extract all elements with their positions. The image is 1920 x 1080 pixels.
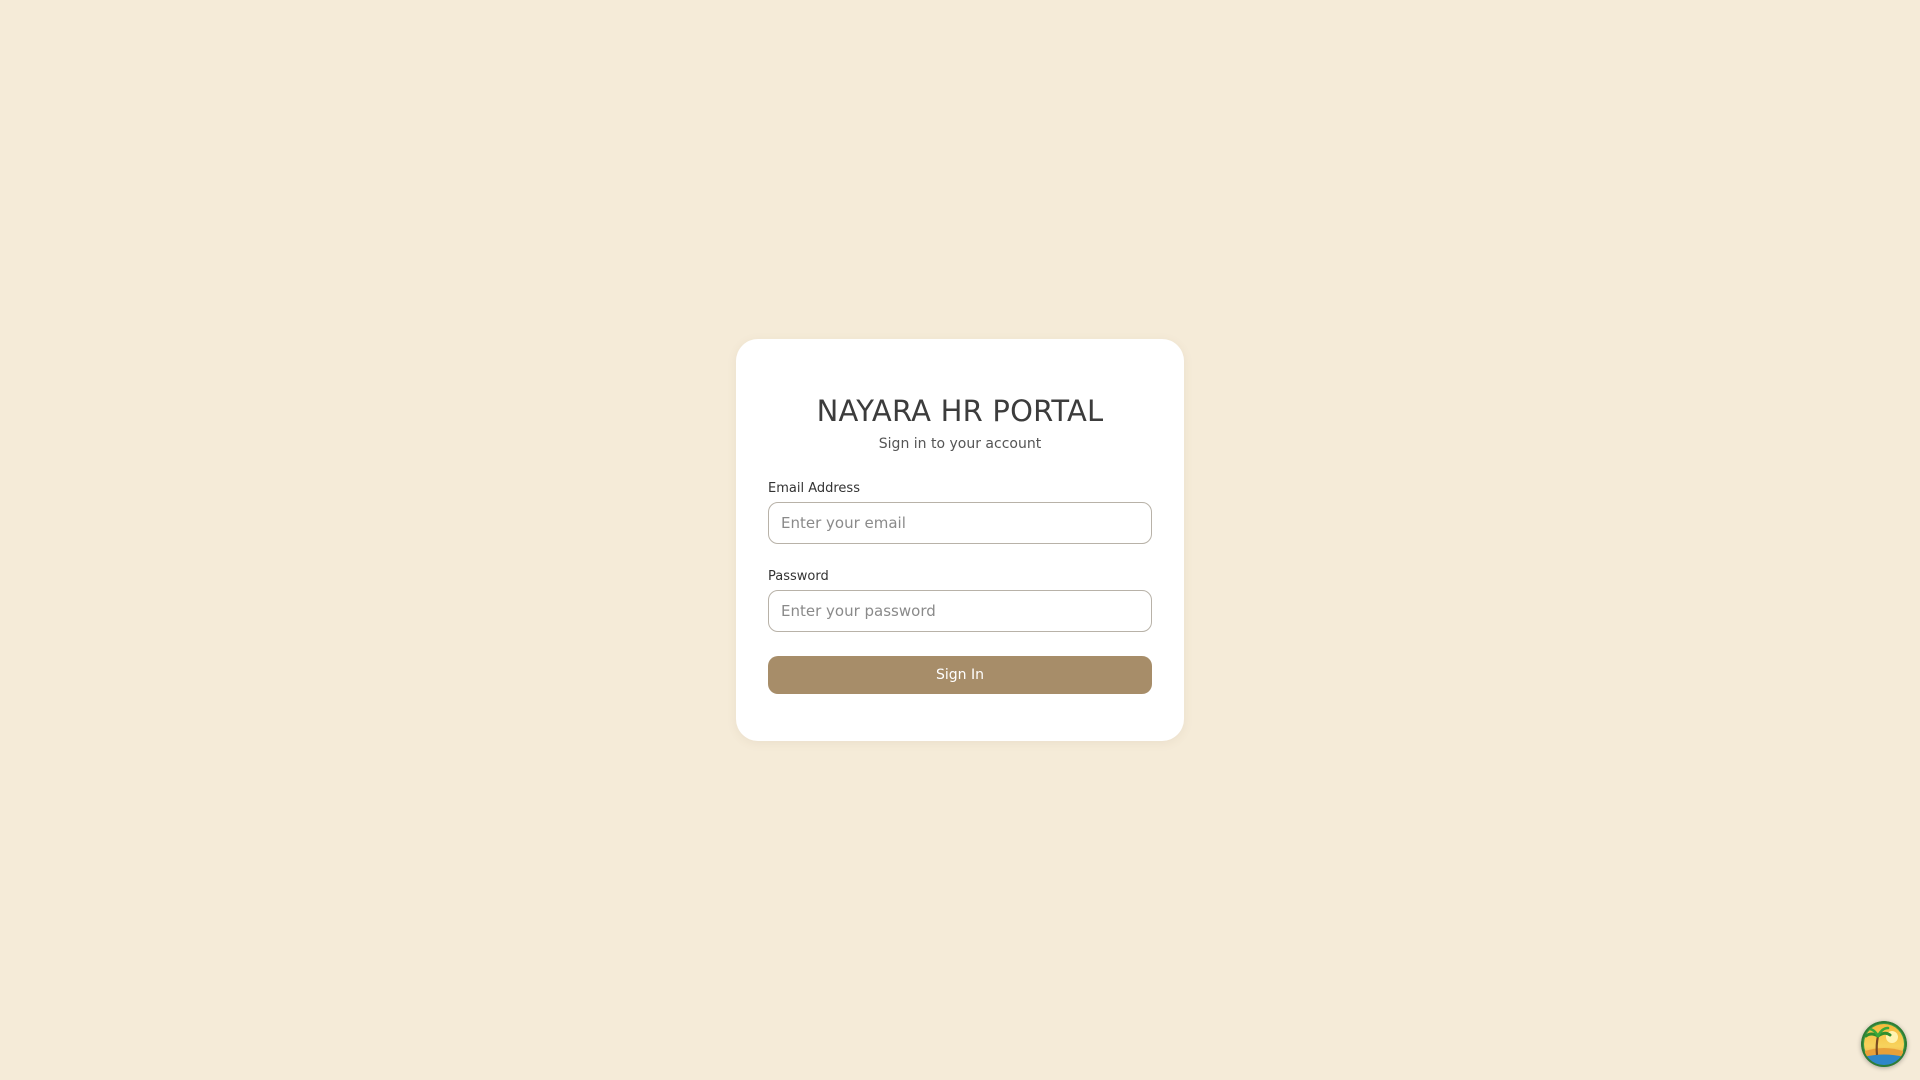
password-input[interactable] [768,590,1152,632]
password-field-group: Password [768,568,1152,632]
sign-in-button[interactable]: Sign In [768,656,1152,694]
email-field-group: Email Address [768,480,1152,544]
login-card: NAYARA HR PORTAL Sign in to your account… [736,339,1184,741]
palm-tree-sunset-icon [1861,1021,1907,1067]
login-subtitle: Sign in to your account [878,436,1042,452]
login-page: NAYARA HR PORTAL Sign in to your account… [0,0,1920,1080]
portal-title: NAYARA HR PORTAL [816,394,1104,428]
password-label: Password [768,569,829,584]
floating-widget-button[interactable] [1861,1021,1907,1067]
email-input[interactable] [768,502,1152,544]
email-label: Email Address [768,481,860,496]
